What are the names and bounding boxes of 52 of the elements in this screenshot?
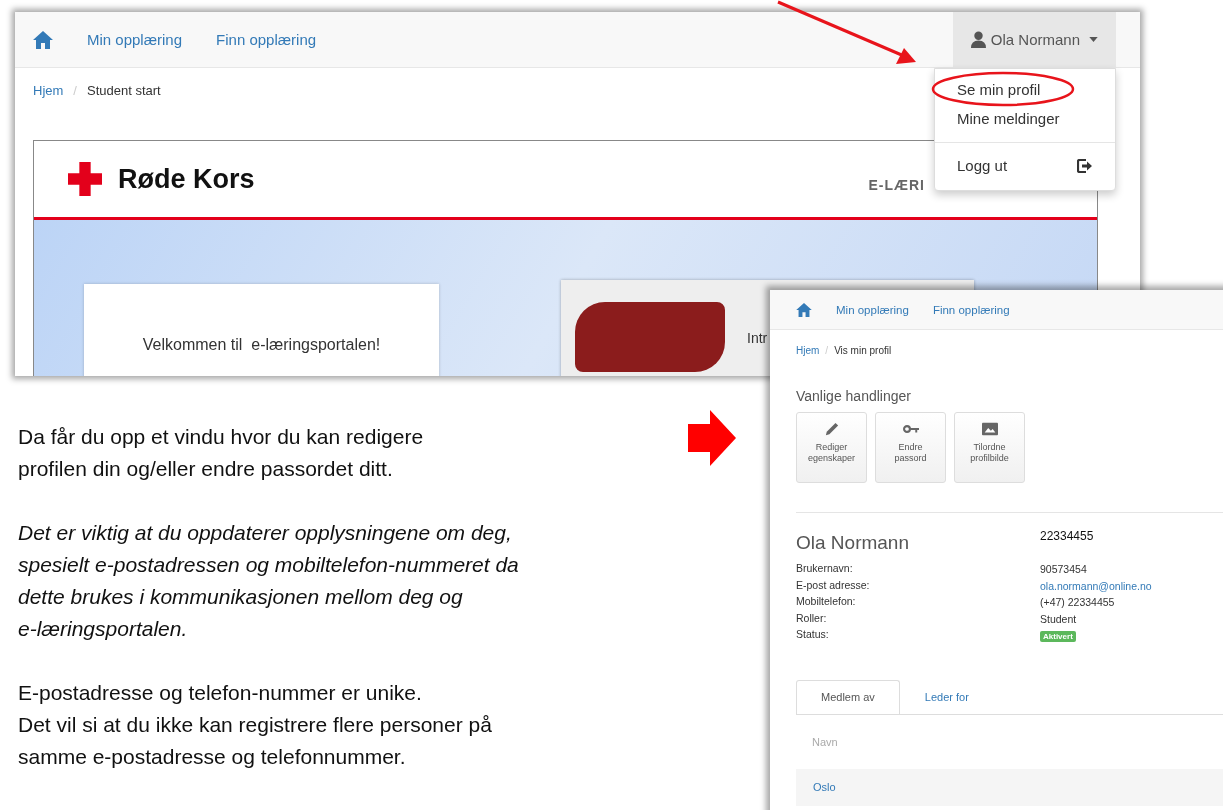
field-label: Status:: [796, 627, 830, 642]
user-menu-button[interactable]: Ola Normann: [952, 12, 1116, 67]
field-value: 90573454: [1040, 563, 1087, 575]
key-icon: [902, 422, 919, 436]
cross-logo-icon: [68, 162, 102, 196]
nav-link[interactable]: Min opplæring: [836, 303, 909, 316]
email-link[interactable]: ola.normann@online.no: [1040, 579, 1152, 592]
brand-name: Røde Kors: [118, 163, 255, 195]
column-header: Navn: [812, 735, 838, 748]
block-arrow: [688, 410, 736, 466]
user-icon: [970, 31, 986, 48]
intro-text: Intr: [747, 330, 768, 346]
banner-tagline: E-LÆRI: [868, 177, 925, 193]
field-label: E-post adresse:: [796, 577, 871, 593]
breadcrumb-current: Vis min profil: [834, 345, 892, 356]
table-cell-link[interactable]: Oslo: [813, 781, 836, 793]
profile-number: 22334455: [1040, 529, 1095, 545]
nav-link[interactable]: Finn opplæring: [216, 31, 317, 48]
menu-item[interactable]: Se min profil: [935, 75, 1115, 104]
field-label: Mobiltelefon:: [796, 594, 857, 609]
nav-link[interactable]: Finn opplæring: [932, 303, 1010, 316]
field-label: Brukernavn:: [796, 561, 854, 576]
caret-icon: [1089, 37, 1098, 42]
field-value: (+47) 22334455: [1040, 596, 1115, 608]
pencil-icon: [823, 422, 840, 436]
logout-menu-item[interactable]: Logg ut: [935, 143, 1115, 184]
action-button[interactable]: Rediger egenskaper: [796, 412, 867, 483]
breadcrumb-link[interactable]: Hjem: [33, 82, 64, 98]
welcome-text: Velkommen til e-læringsportalen!: [142, 336, 381, 355]
menu-item[interactable]: Mine meldinger: [935, 104, 1115, 133]
action-button[interactable]: Tilordne profilbilde: [954, 412, 1025, 483]
instruction-paragraph: E-postadresse og telefon-nummer er unike.: [18, 680, 423, 706]
image-icon: [981, 422, 998, 436]
instruction-paragraph: Da får du opp et vindu hvor du kan redigere profilen din og/eller endre passordet ditt.: [18, 424, 425, 482]
profile-name: Ola Normann: [796, 532, 910, 554]
breadcrumb-link[interactable]: Hjem: [796, 345, 820, 356]
action-button[interactable]: Endre passord: [875, 412, 946, 483]
section-heading: Vanlige handlinger: [796, 388, 912, 404]
home-icon[interactable]: [796, 302, 812, 317]
status-badge: Aktivert: [1040, 631, 1076, 642]
breadcrumb-separator: /: [825, 345, 829, 356]
field-label: Roller:: [796, 610, 828, 626]
tab[interactable]: Leder for: [899, 679, 994, 714]
home-icon[interactable]: [33, 30, 53, 49]
logout-icon: [1077, 158, 1093, 173]
instruction-paragraph: Det er viktig at du oppdaterer opplysningene om deg, spesielt e-postadressen og mobiltelefon-nummeret da dette brukes i kommunikasjonen mellom deg og e-læringsportalen.: [18, 520, 520, 642]
field-value: Student: [1040, 612, 1077, 625]
tab[interactable]: Medlem av: [796, 679, 900, 714]
breadcrumb-current: Student start: [86, 82, 161, 98]
nav-link[interactable]: Min opplæring: [87, 31, 183, 48]
breadcrumb-separator: /: [73, 82, 77, 98]
instruction-paragraph: Det vil si at du ikke kan registrere flere personer på samme e-postadresse og telefonnummer.: [18, 712, 493, 770]
